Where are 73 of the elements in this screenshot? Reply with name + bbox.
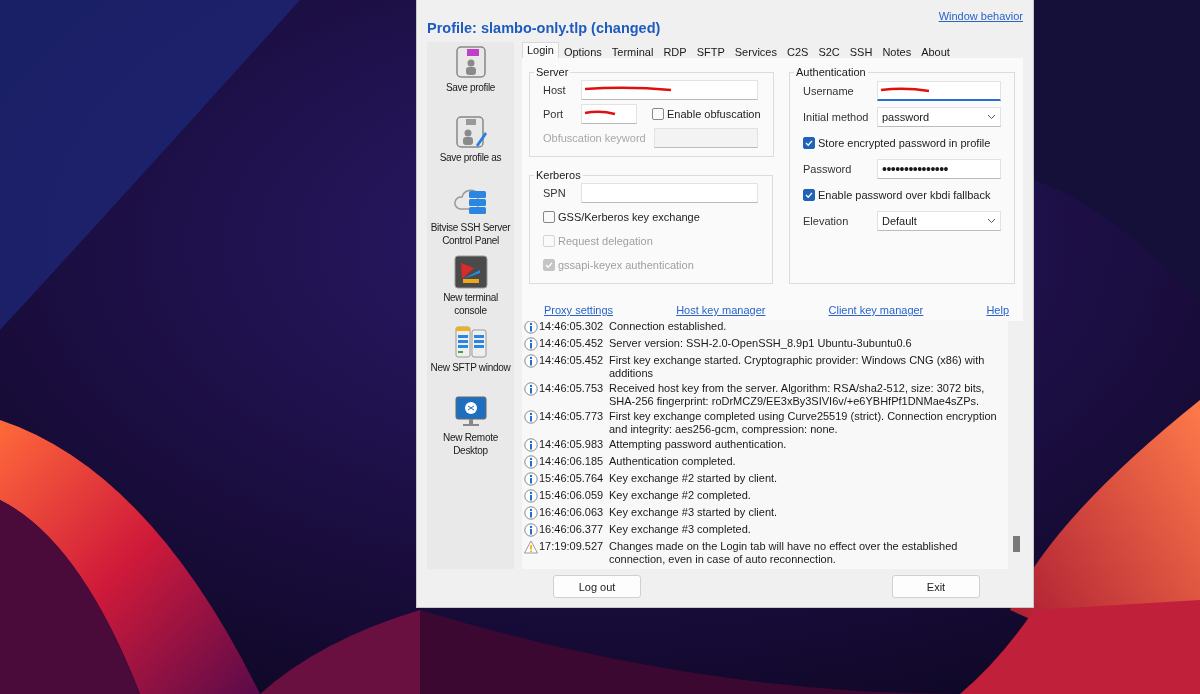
log-message: Key exchange #2 completed. [609, 489, 752, 502]
spn-field[interactable] [581, 183, 758, 203]
log-time: 14:46:05.753 [539, 382, 605, 395]
log-time: 15:46:06.059 [539, 489, 605, 502]
field-label: SPN [543, 187, 567, 199]
floppy-icon [453, 45, 488, 79]
username-field[interactable] [877, 81, 1001, 101]
field-label: Password [803, 163, 853, 175]
sidebar-item[interactable]: Bitvise SSH Server Control Panel [427, 185, 514, 255]
log-message: Key exchange #3 completed. [609, 523, 752, 536]
tab[interactable]: Login [522, 42, 559, 58]
log-time: 14:46:06.185 [539, 455, 605, 468]
dropdown[interactable]: password [877, 107, 1001, 127]
link[interactable]: Client key manager [828, 304, 924, 316]
chevron-down-icon [987, 114, 996, 120]
dropdown[interactable]: Default [877, 211, 1001, 231]
field-label: Host [543, 84, 567, 96]
log-message: Authentication completed. [609, 455, 737, 468]
field-label: Username [803, 85, 855, 97]
link[interactable]: Host key manager [676, 304, 766, 316]
log-message: Key exchange #3 started by client. [609, 506, 779, 519]
terminal-icon [453, 255, 488, 289]
log-message: Connection established. [609, 321, 728, 333]
dialog-button[interactable]: Exit [892, 575, 980, 598]
kerberos-option[interactable]: GSS/Kerberos key exchange [543, 207, 760, 227]
sidebar-item[interactable]: Save profile [427, 45, 514, 115]
log-message: Key exchange #2 started by client. [609, 472, 779, 485]
sidebar-item[interactable]: New terminal console [427, 255, 514, 325]
log-time: 14:46:05.452 [539, 354, 605, 367]
log-time: 14:46:05.773 [539, 410, 605, 423]
checkbox[interactable] [543, 211, 555, 223]
checkbox[interactable] [652, 108, 664, 120]
window-title: Profile: slambo-only.tlp (changed) [427, 20, 661, 36]
host-field[interactable] [581, 80, 758, 100]
port-field[interactable] [581, 104, 637, 124]
log-time: 14:46:05.452 [539, 337, 605, 350]
field-label: Port [543, 108, 565, 120]
link[interactable]: Proxy settings [544, 304, 614, 316]
scrollbar-thumb[interactable] [1013, 536, 1020, 552]
monitor-icon [453, 395, 488, 429]
obfuscation-option[interactable]: Enable obfuscation [652, 104, 761, 124]
sidebar-item[interactable]: Save profile as [427, 115, 514, 185]
checkbox[interactable] [803, 189, 815, 201]
log-time: 14:46:05.302 [539, 321, 605, 333]
group-title: Server [535, 66, 570, 78]
dialog-button[interactable]: Log out [553, 575, 641, 598]
field-label: Initial method [803, 111, 870, 123]
floppy-pen-icon [453, 115, 488, 149]
log-time: 16:46:06.377 [539, 523, 605, 536]
password-field[interactable]: ••••••••••••••• [877, 159, 1001, 179]
log-message: Server version: SSH-2.0-OpenSSH_8.9p1 Ubuntu-3ubuntu0.6 [609, 337, 913, 350]
group-title: Authentication [795, 66, 867, 78]
log-message: Attempting password authentication. [609, 438, 788, 451]
field-label: Elevation [803, 215, 850, 227]
sidebar-item[interactable]: New SFTP window [427, 325, 514, 395]
chevron-down-icon [987, 218, 996, 224]
checkbox[interactable] [803, 137, 815, 149]
log-message: Received host key from the server. Algorithm: RSA/sha2-512, size: 3072 bits, SHA-256 fingerprint: roDrMCZ9/EE3xBy3SIVI6v/+e6YBHfPf1DNMae4sZPs. [609, 382, 986, 407]
link[interactable]: Help [986, 304, 1009, 316]
log-message: First key exchange started. Cryptographic provider: Windows CNG (x86) with additions [609, 354, 986, 379]
log-time: 15:46:05.764 [539, 472, 605, 485]
auth-option[interactable]: Store encrypted password in profile [803, 133, 1002, 153]
log-message: First key exchange completed using Curve25519 (strict). Connection encryption and integrity: aes256-gcm, compression: none. [609, 410, 998, 435]
field-label: Obfuscation keyword [543, 132, 647, 144]
file-panels-icon [453, 325, 488, 359]
log-time: 16:46:06.063 [539, 506, 605, 519]
window-behavior-link[interactable]: Window behavior [938, 10, 1023, 22]
auth-option[interactable]: Enable password over kbdi fallback [803, 185, 1002, 205]
log-time: 17:19:09.527 [539, 540, 605, 553]
log-message: Changes made on the Login tab will have no effect over the established connection, even in case of auto reconnection. [609, 540, 959, 565]
group-title: Kerberos [535, 169, 582, 181]
sidebar-item[interactable]: New Remote Desktop [427, 395, 514, 465]
log-time: 14:46:05.983 [539, 438, 605, 451]
